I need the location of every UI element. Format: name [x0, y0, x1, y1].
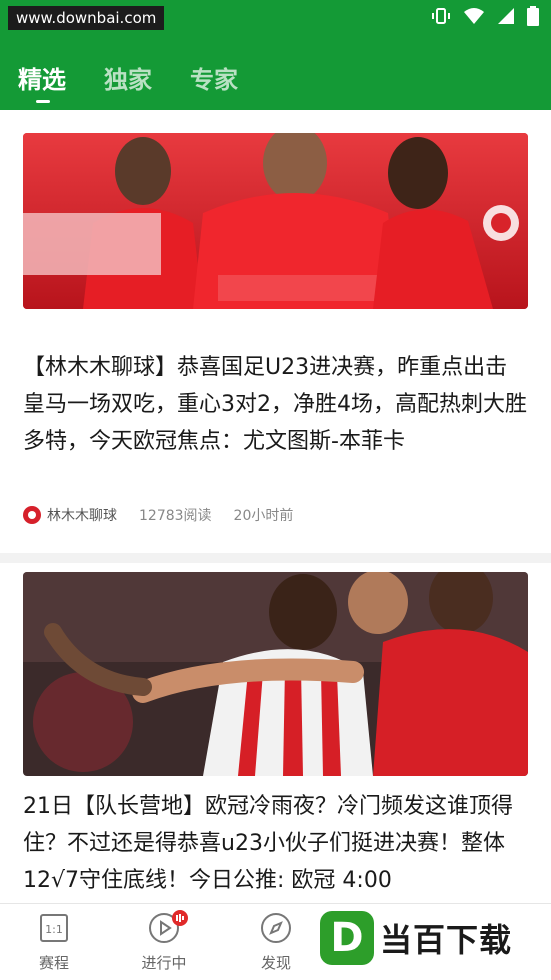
app-header: www.downbai.com 精选 独家 专家	[0, 0, 551, 110]
nav-discover[interactable]: 发现	[236, 904, 316, 980]
watermark-logo: D	[320, 911, 374, 965]
compass-icon	[260, 912, 292, 944]
wifi-icon	[463, 6, 485, 30]
article-image[interactable]	[23, 572, 528, 776]
download-watermark: D 当百下载	[320, 908, 540, 968]
nav-label: 发现	[260, 954, 291, 972]
article-image[interactable]	[23, 133, 528, 309]
author-name[interactable]: 林木木聊球	[47, 505, 117, 525]
nav-schedule[interactable]: 1:1 赛程	[14, 904, 94, 980]
live-badge	[172, 910, 188, 926]
nav-live[interactable]: 进行中	[124, 904, 204, 980]
tab-experts[interactable]: 专家	[190, 60, 238, 95]
article-card[interactable]: 21日【队长营地】欧冠冷雨夜？冷门频发这谁顶得住？不过还是得恭喜u23小伙子们挺…	[23, 572, 528, 902]
author-avatar	[23, 506, 41, 524]
status-bar: www.downbai.com	[0, 0, 551, 36]
tab-featured[interactable]: 精选	[18, 60, 66, 95]
nav-label: 赛程	[38, 954, 69, 972]
tab-bar: 精选 独家 专家	[0, 60, 551, 104]
read-count: 12783阅读	[139, 508, 212, 524]
nav-label: 进行中	[141, 954, 187, 972]
svg-text:1:1: 1:1	[45, 923, 63, 936]
signal-icon	[497, 7, 515, 29]
battery-icon	[527, 6, 539, 30]
calendar-icon: 1:1	[38, 912, 70, 944]
article-meta: 林木木聊球 12783阅读 20小时前	[23, 505, 293, 525]
article-card[interactable]: 【林木木聊球】恭喜国足U23进决赛，昨重点出击皇马一场双吃，重心3对2，净胜4场…	[23, 133, 528, 533]
watermark-url: www.downbai.com	[8, 6, 165, 30]
status-icons	[431, 6, 539, 30]
vibrate-icon	[431, 6, 451, 30]
section-divider	[0, 553, 551, 563]
tab-exclusive[interactable]: 独家	[104, 60, 152, 95]
watermark-text: 当百下载	[380, 921, 513, 959]
publish-time: 20小时前	[233, 508, 294, 524]
article-title[interactable]: 【林木木聊球】恭喜国足U23进决赛，昨重点出击皇马一场双吃，重心3对2，净胜4场…	[23, 349, 528, 460]
tab-indicator	[36, 100, 50, 103]
article-title[interactable]: 21日【队长营地】欧冠冷雨夜？冷门频发这谁顶得住？不过还是得恭喜u23小伙子们挺…	[23, 788, 528, 899]
